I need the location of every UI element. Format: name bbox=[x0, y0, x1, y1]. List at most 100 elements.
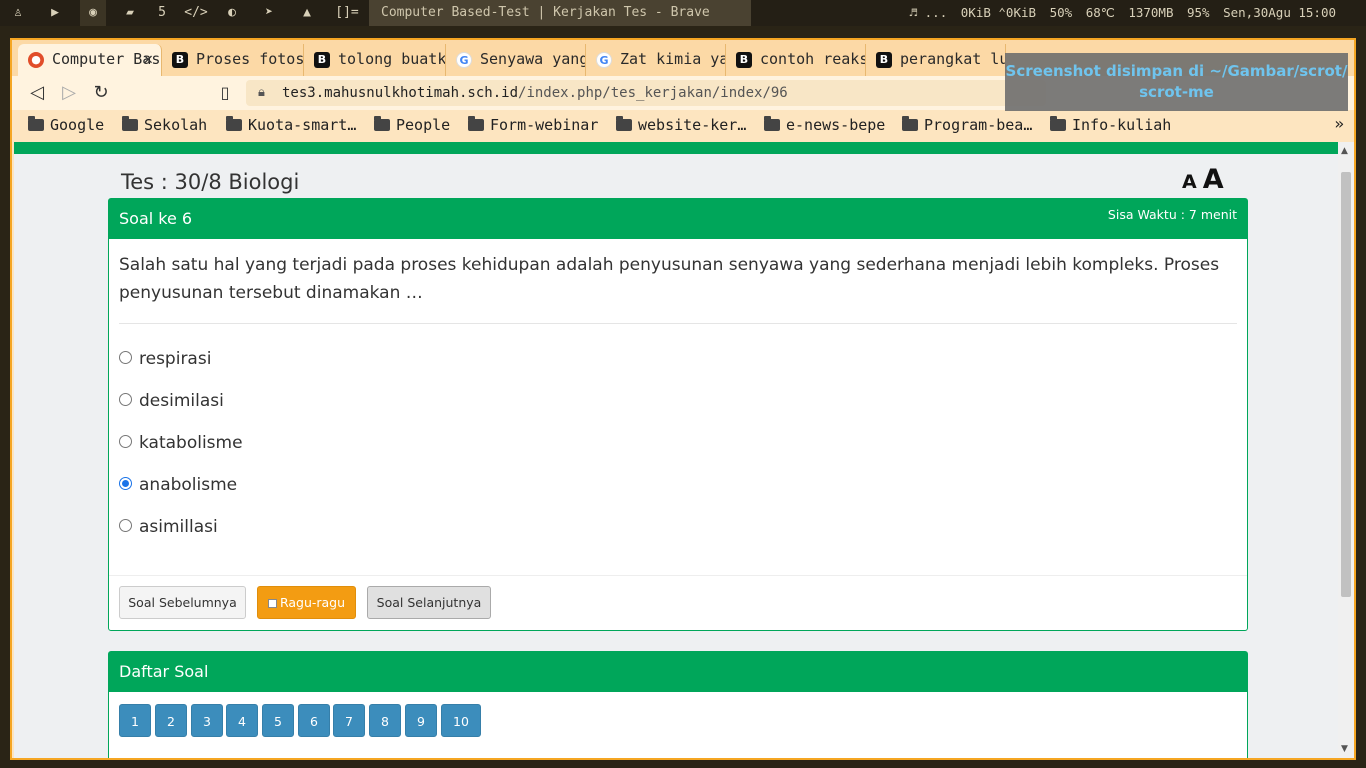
bookmark-folder-website[interactable]: website-ker… bbox=[616, 114, 746, 136]
volume-status[interactable]: 95% bbox=[1187, 5, 1210, 20]
question-list-panel: Daftar Soal 1 2 3 4 5 6 7 8 9 10 bbox=[108, 651, 1248, 758]
url-path: /index.php/tes_kerjakan/index/96 bbox=[518, 85, 788, 101]
tab-proses-fotosintesis[interactable]: B Proses fotosintesis bbox=[162, 44, 304, 76]
tab-contoh-reaksi[interactable]: B contoh reaksi bbox=[726, 44, 866, 76]
question-number-button[interactable]: 4 bbox=[226, 704, 258, 737]
bookmark-icon[interactable]: ▯ bbox=[214, 82, 236, 104]
scroll-down-icon[interactable]: ▼ bbox=[1341, 744, 1348, 754]
radio-button[interactable] bbox=[119, 477, 132, 490]
tab-label: perangkat lunak bbox=[900, 50, 1005, 68]
tab-senyawa-yang[interactable]: G Senyawa yang bbox=[446, 44, 586, 76]
firefox-icon[interactable]: ◐ bbox=[220, 0, 244, 26]
time-remaining: Sisa Waktu : 7 menit bbox=[1107, 207, 1237, 222]
question-text: Salah satu hal yang terjadi pada proses … bbox=[119, 255, 1220, 303]
scrollbar-thumb[interactable] bbox=[1341, 172, 1351, 597]
workspace-5[interactable]: 5 bbox=[150, 0, 174, 26]
tab-perangkat-lunak[interactable]: B perangkat lunak bbox=[866, 44, 1006, 76]
close-tab-icon[interactable]: ✕ bbox=[143, 44, 153, 74]
bookmark-label: Form-webinar bbox=[490, 116, 599, 134]
bookmark-folder-kuota[interactable]: Kuota-smart… bbox=[226, 114, 356, 136]
more-bookmarks-icon[interactable]: » bbox=[1334, 114, 1344, 133]
radio-button[interactable] bbox=[119, 519, 132, 532]
font-decrease-button[interactable]: A bbox=[1182, 171, 1197, 193]
doubt-button[interactable]: Ragu-ragu bbox=[257, 586, 356, 619]
bookmark-folder-info-kuliah[interactable]: Info-kuliah bbox=[1050, 114, 1171, 136]
question-list-header: Daftar Soal bbox=[109, 652, 1247, 692]
bookmark-folder-e-news[interactable]: e-news-bepe bbox=[764, 114, 885, 136]
doubt-checkbox[interactable] bbox=[267, 599, 277, 608]
folder-icon bbox=[468, 116, 484, 131]
brainly-icon: B bbox=[172, 52, 188, 68]
status-area: ♬ ... 0KiB ⌃0KiB 50% 68℃ 1370MB 95% Sen,… bbox=[904, 0, 1336, 26]
tab-label: contoh reaksi bbox=[760, 50, 866, 68]
radio-button[interactable] bbox=[119, 351, 132, 364]
question-number-button[interactable]: 8 bbox=[369, 704, 401, 737]
question-number-button[interactable]: 6 bbox=[298, 704, 330, 737]
layout-indicator[interactable]: []= bbox=[330, 0, 364, 26]
question-panel: Soal ke 6 Sisa Waktu : 7 menit Salah sat… bbox=[108, 198, 1248, 631]
previous-question-button[interactable]: Soal Sebelumnya bbox=[119, 586, 246, 619]
folder-icon bbox=[374, 116, 390, 131]
question-number-button[interactable]: 5 bbox=[262, 704, 294, 737]
folder-icon bbox=[616, 116, 632, 131]
bookmark-folder-form-webinar[interactable]: Form-webinar bbox=[468, 114, 598, 136]
forward-icon[interactable]: ▷ bbox=[58, 82, 80, 104]
bookmark-folder-people[interactable]: People bbox=[374, 114, 450, 136]
font-increase-button[interactable]: A bbox=[1203, 164, 1224, 195]
tab-zat-kimia[interactable]: G Zat kimia yang bbox=[586, 44, 726, 76]
radio-button[interactable] bbox=[119, 435, 132, 448]
folder-icon[interactable]: ▰ bbox=[116, 0, 144, 26]
play-icon[interactable]: ▶ bbox=[42, 0, 68, 26]
question-number-button[interactable]: 1 bbox=[119, 704, 151, 737]
browser-icon[interactable]: ◉ bbox=[80, 0, 106, 26]
notification-line: Screenshot disimpan di ~/Gambar/scrot/ bbox=[1005, 62, 1348, 80]
page-viewport: Tes : 30/8 Biologi AA Soal ke 6 Sisa Wak… bbox=[14, 142, 1338, 758]
screenshot-notification[interactable]: Screenshot disimpan di ~/Gambar/scrot/ s… bbox=[1005, 53, 1348, 111]
media-status[interactable]: ♬ ... bbox=[910, 5, 948, 20]
tab-computer-based-test[interactable]: ● Computer Based-Test ✕ bbox=[18, 44, 162, 76]
google-icon: G bbox=[456, 52, 472, 68]
option-label: respirasi bbox=[139, 349, 212, 369]
tab-label: Proses fotosintesis bbox=[196, 50, 304, 68]
option-label: asimillasi bbox=[139, 517, 218, 537]
doubt-label: Ragu-ragu bbox=[279, 595, 346, 610]
brainly-icon: B bbox=[314, 52, 330, 68]
option-label: katabolisme bbox=[139, 433, 243, 453]
question-number-button[interactable]: 3 bbox=[191, 704, 223, 737]
question-header: Soal ke 6 Sisa Waktu : 7 menit bbox=[109, 199, 1247, 239]
scroll-up-icon[interactable]: ▲ bbox=[1341, 146, 1348, 156]
bookmark-label: website-ker… bbox=[638, 116, 747, 134]
back-icon[interactable]: ◁ bbox=[26, 82, 48, 104]
notification-line: scrot-me bbox=[1139, 83, 1214, 101]
question-number-button[interactable]: 10 bbox=[441, 704, 481, 737]
tab-tolong-buatkan[interactable]: B tolong buatkan bbox=[304, 44, 446, 76]
bookmark-label: e-news-bepe bbox=[786, 116, 886, 134]
question-number-button[interactable]: 9 bbox=[405, 704, 437, 737]
question-number-button[interactable]: 2 bbox=[155, 704, 187, 737]
browser-window: ● Computer Based-Test ✕ B Proses fotosin… bbox=[10, 38, 1356, 760]
bookmark-folder-google[interactable]: Google bbox=[28, 114, 104, 136]
bookmark-folder-sekolah[interactable]: Sekolah bbox=[122, 114, 207, 136]
page-scrollbar[interactable]: ▲ ▼ bbox=[1338, 142, 1354, 758]
address-bar[interactable]: 🔒︎ tes3.mahusnulkhotimah.sch.id/index.php… bbox=[246, 80, 1046, 106]
bookmark-folder-program[interactable]: Program-bea… bbox=[902, 114, 1032, 136]
bookmark-label: Kuota-smart… bbox=[248, 116, 357, 134]
temp-status: 68℃ bbox=[1085, 5, 1115, 20]
radio-button[interactable] bbox=[119, 393, 132, 406]
option-label: desimilasi bbox=[139, 391, 224, 411]
tab-label: tolong buatkan bbox=[338, 50, 446, 68]
workspace-code[interactable]: </> bbox=[182, 0, 210, 26]
linux-icon[interactable]: ♙ bbox=[6, 0, 30, 26]
reload-icon[interactable]: ↻ bbox=[90, 82, 112, 104]
folder-icon bbox=[28, 116, 44, 131]
next-question-button[interactable]: Soal Selanjutnya bbox=[367, 586, 491, 619]
clock: Sen,30Agu 15:00 bbox=[1223, 5, 1336, 20]
window-title: Computer Based-Test | Kerjakan Tes - Bra… bbox=[369, 0, 751, 26]
arch-icon[interactable]: ▲ bbox=[294, 0, 320, 26]
question-number-button[interactable]: 7 bbox=[333, 704, 365, 737]
bookmark-label: Google bbox=[50, 116, 105, 134]
system-bar: ♙ ▶ ◉ ▰ 5 </> ◐ ➤ ▲ []= Computer Based-T… bbox=[0, 0, 1366, 26]
tab-label: Zat kimia yang bbox=[620, 50, 725, 68]
telegram-icon[interactable]: ➤ bbox=[256, 0, 282, 26]
cpu-status: 50% bbox=[1049, 5, 1073, 20]
